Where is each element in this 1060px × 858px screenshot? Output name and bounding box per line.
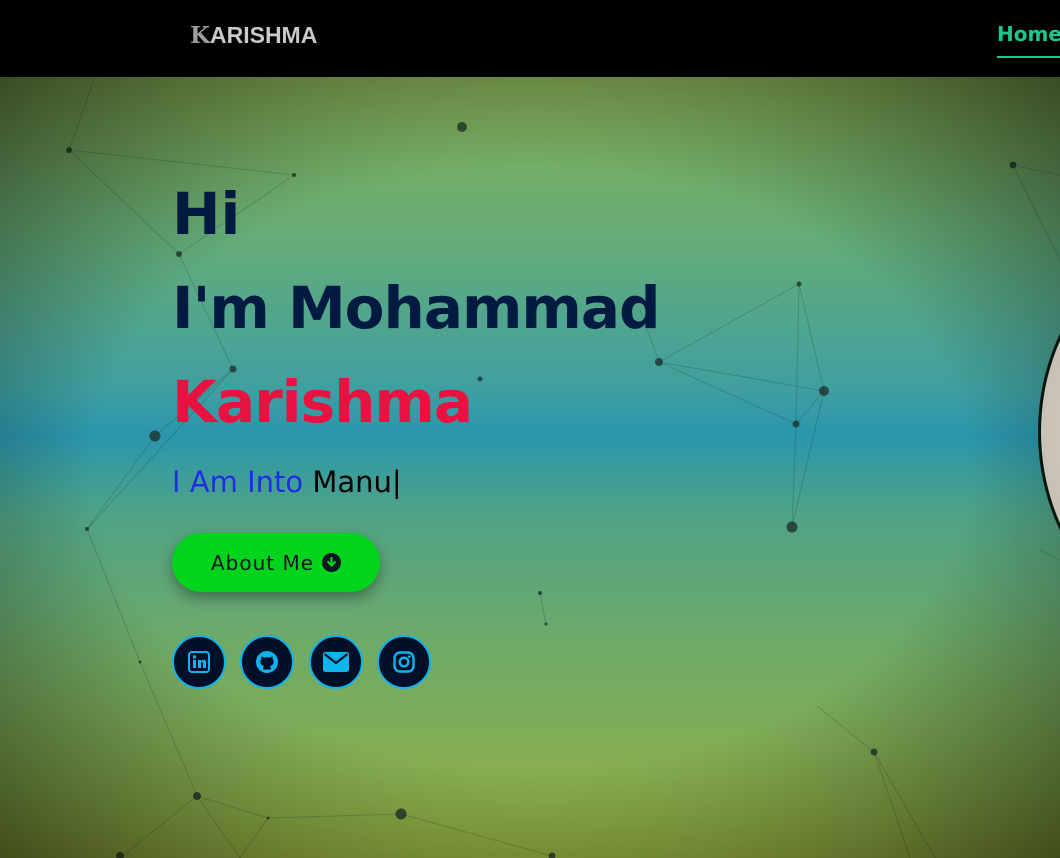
instagram-link[interactable]	[377, 635, 431, 689]
typed-word: Manu	[312, 465, 392, 499]
navbar: KARISHMA Home	[0, 0, 1060, 77]
instagram-icon	[393, 651, 415, 673]
brand-logo[interactable]: KARISHMA	[190, 22, 317, 49]
hero-section: Hi I'm Mohammad Karishma I Am Into Manu|…	[0, 77, 1060, 858]
brand-name: ARISHMA	[210, 22, 318, 48]
greeting-heading: Hi	[172, 180, 241, 248]
github-link[interactable]	[240, 635, 294, 689]
about-me-label: About Me	[210, 550, 315, 575]
typed-prefix: I Am Into	[172, 465, 304, 499]
about-me-button[interactable]: About Me	[172, 533, 380, 592]
intro-heading: I'm Mohammad	[172, 274, 660, 342]
brand-first-letter: K	[190, 22, 210, 49]
typed-tagline: I Am Into Manu|	[172, 468, 402, 497]
envelope-icon	[323, 652, 349, 672]
name-heading: Karishma	[172, 368, 473, 436]
arrow-down-circle-icon	[322, 553, 342, 572]
particle-network-background	[66, 77, 1060, 858]
github-icon	[256, 651, 278, 673]
linkedin-icon	[188, 651, 210, 673]
nav-link-home[interactable]: Home	[997, 22, 1060, 46]
linkedin-link[interactable]	[172, 635, 226, 689]
typed-cursor: |	[391, 465, 402, 499]
nav-active-underline	[997, 56, 1060, 58]
email-link[interactable]	[309, 635, 363, 689]
